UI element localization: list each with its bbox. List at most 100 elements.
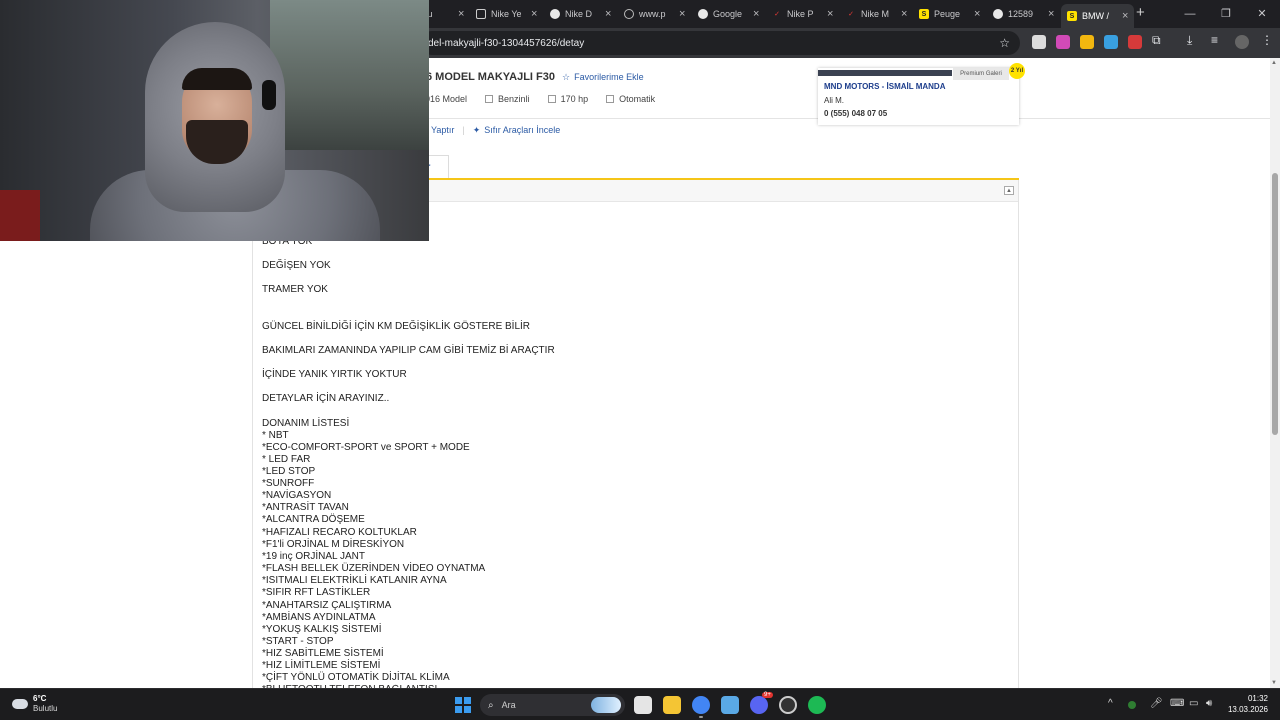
new-tab-button[interactable]: + <box>1136 4 1145 21</box>
tab-label: 12589 <box>1008 9 1034 19</box>
volume-icon[interactable]: 🔊︎ <box>1206 698 1212 709</box>
listing-links: Yaptır | ✦ Sıfır Araçları İncele <box>431 125 560 136</box>
download-icon[interactable]: ⤓ <box>1187 33 1192 48</box>
app-icon[interactable] <box>721 696 739 714</box>
description-line: *HIZ LİMİTLEME SİSTEMİ <box>262 660 381 671</box>
description-line: BAKIMLARI ZAMANINDA YAPILIP CAM GİBİ TEM… <box>262 345 555 356</box>
app-icon[interactable] <box>779 696 797 714</box>
description-line: *SIFIR RFT LASTİKLER <box>262 587 371 598</box>
collapse-icon[interactable]: ▲ <box>1004 186 1014 195</box>
close-icon[interactable]: × <box>531 8 537 20</box>
close-icon[interactable]: × <box>605 8 611 20</box>
description-line: İÇİNDE YANIK YIRTIK YOKTUR <box>262 369 407 380</box>
browser-tab[interactable]: ✓ Nike M × <box>846 4 907 24</box>
fuel-icon <box>485 95 494 103</box>
browser-tab[interactable]: ✓ Nike P × <box>772 4 833 24</box>
network-icon[interactable]: ▭ <box>1189 698 1198 709</box>
keyboard-icon[interactable]: ⌨ <box>1170 698 1184 709</box>
microphone-icon[interactable]: 🎤︎ <box>1150 698 1163 709</box>
spec-gear-label: Otomatik <box>619 94 656 104</box>
scrollbar-thumb[interactable] <box>1272 173 1278 435</box>
close-icon[interactable]: × <box>1048 8 1054 20</box>
webcam-window-light <box>270 0 429 150</box>
description-line: TRAMER YOK <box>262 284 328 295</box>
browser-tab[interactable]: 12589 × <box>993 4 1054 24</box>
dealer-card[interactable]: Premium Galeri 2 Yıl MND MOTORS - İSMAİL… <box>818 63 1025 125</box>
description-line: *LED STOP <box>262 466 316 477</box>
spec-power: 170 hp <box>547 94 589 104</box>
weather-widget[interactable]: 6°C Bulutlu <box>12 694 57 714</box>
task-view-icon[interactable] <box>634 696 652 714</box>
close-icon[interactable]: × <box>974 8 980 20</box>
engine-icon <box>547 95 556 103</box>
bookmark-star-icon[interactable]: ☆ <box>999 36 1010 50</box>
start-button[interactable] <box>455 697 471 713</box>
bookmark-icon <box>476 9 486 19</box>
url-text[interactable]: del-makyajli-f30-1304457626/detay <box>420 38 584 49</box>
description-line: * LED FAR <box>262 454 311 465</box>
close-icon[interactable]: × <box>901 8 907 20</box>
maximize-icon[interactable]: ❐ <box>1208 0 1244 28</box>
browser-tab[interactable]: Nike Ye × <box>476 4 537 24</box>
close-icon[interactable]: × <box>458 8 464 20</box>
discord-badge: 9+ <box>762 692 773 698</box>
webcam-chair <box>0 190 40 241</box>
scroll-up-icon[interactable]: ▲ <box>1271 60 1277 66</box>
tab-label: Peuge <box>934 9 961 19</box>
add-favorite-button[interactable]: ☆ Favorilerime Ekle <box>562 72 644 83</box>
start-logo-pane <box>455 706 462 713</box>
close-icon[interactable]: × <box>679 8 685 20</box>
spotify-icon[interactable] <box>808 696 826 714</box>
description-line: DONANIM LİSTESİ <box>262 418 350 429</box>
discord-icon[interactable] <box>750 696 768 714</box>
browser-tab[interactable]: S Peuge × <box>919 4 980 24</box>
dealer-banner <box>818 70 952 76</box>
dealer-name[interactable]: MND MOTORS - İSMAİL MANDA <box>824 82 945 91</box>
taskbar-search[interactable]: ⌕ Ara <box>480 694 625 716</box>
system-clock[interactable]: 01:32 13.03.2026 <box>1228 693 1268 715</box>
reading-list-icon[interactable]: ≡ <box>1211 33 1218 47</box>
tab-label: Nike P <box>787 9 814 19</box>
chrome-icon[interactable] <box>692 696 710 714</box>
spec-power-label: 170 hp <box>560 94 589 104</box>
sahibinden-icon: S <box>919 9 929 19</box>
menu-icon[interactable]: ⋮ <box>1261 33 1273 47</box>
file-explorer-icon[interactable] <box>663 696 681 714</box>
description-line: *ÇİFT YÖNLÜ OTOMATİK DİJİTAL KLİMA <box>262 672 450 683</box>
browser-tab-active[interactable]: S BMW / × <box>1061 4 1135 28</box>
tab-label: Nike Ye <box>491 9 521 19</box>
extensions-puzzle-icon[interactable]: ⧉ <box>1152 33 1161 48</box>
extension-icon[interactable] <box>1128 35 1142 49</box>
expertise-link[interactable]: Yaptır <box>431 125 454 136</box>
page-scrollbar[interactable]: ▲ ▼ <box>1270 58 1280 688</box>
browser-tab[interactable]: Nike D × <box>550 4 611 24</box>
close-icon[interactable]: × <box>827 8 833 20</box>
chevron-up-icon[interactable]: ^ <box>1108 698 1113 709</box>
address-bar[interactable]: del-makyajli-f30-1304457626/detay ☆ <box>420 31 1020 55</box>
extension-icon[interactable] <box>1032 35 1046 49</box>
description-line: *ISITMALI ELEKTRİKLİ KATLANIR AYNA <box>262 575 447 586</box>
browser-tab[interactable]: www.p × <box>624 4 685 24</box>
description-line: *YOKUŞ KALKIŞ SİSTEMİ <box>262 624 382 635</box>
browser-tab[interactable]: Google × <box>698 4 759 24</box>
scroll-down-icon[interactable]: ▼ <box>1271 680 1277 686</box>
pin-icon: ✦ <box>472 125 481 135</box>
extension-icon[interactable] <box>1104 35 1118 49</box>
profile-avatar[interactable] <box>1235 35 1249 49</box>
close-icon[interactable]: × <box>1122 10 1128 22</box>
close-window-icon[interactable]: ✕ <box>1244 0 1280 28</box>
spec-fuel-label: Benzinli <box>498 94 530 104</box>
extension-icon[interactable] <box>1080 35 1094 49</box>
clock-time: 01:32 <box>1247 694 1268 703</box>
description-line: *19 inç ORJİNAL JANT <box>262 551 365 562</box>
search-label: Ara <box>501 700 516 710</box>
description-line: *ANTRASİT TAVAN <box>262 502 349 513</box>
tray-app-icon[interactable] <box>1128 701 1136 709</box>
close-icon[interactable]: × <box>753 8 759 20</box>
dealer-phone[interactable]: 0 (555) 048 07 05 <box>824 109 887 118</box>
star-icon: ☆ <box>562 72 571 82</box>
new-cars-link[interactable]: Sıfır Araçları İncele <box>484 125 560 136</box>
description-line: DETAYLAR İÇİN ARAYINIZ.. <box>262 393 390 404</box>
minimize-icon[interactable]: — <box>1172 0 1208 28</box>
extension-icon[interactable] <box>1056 35 1070 49</box>
